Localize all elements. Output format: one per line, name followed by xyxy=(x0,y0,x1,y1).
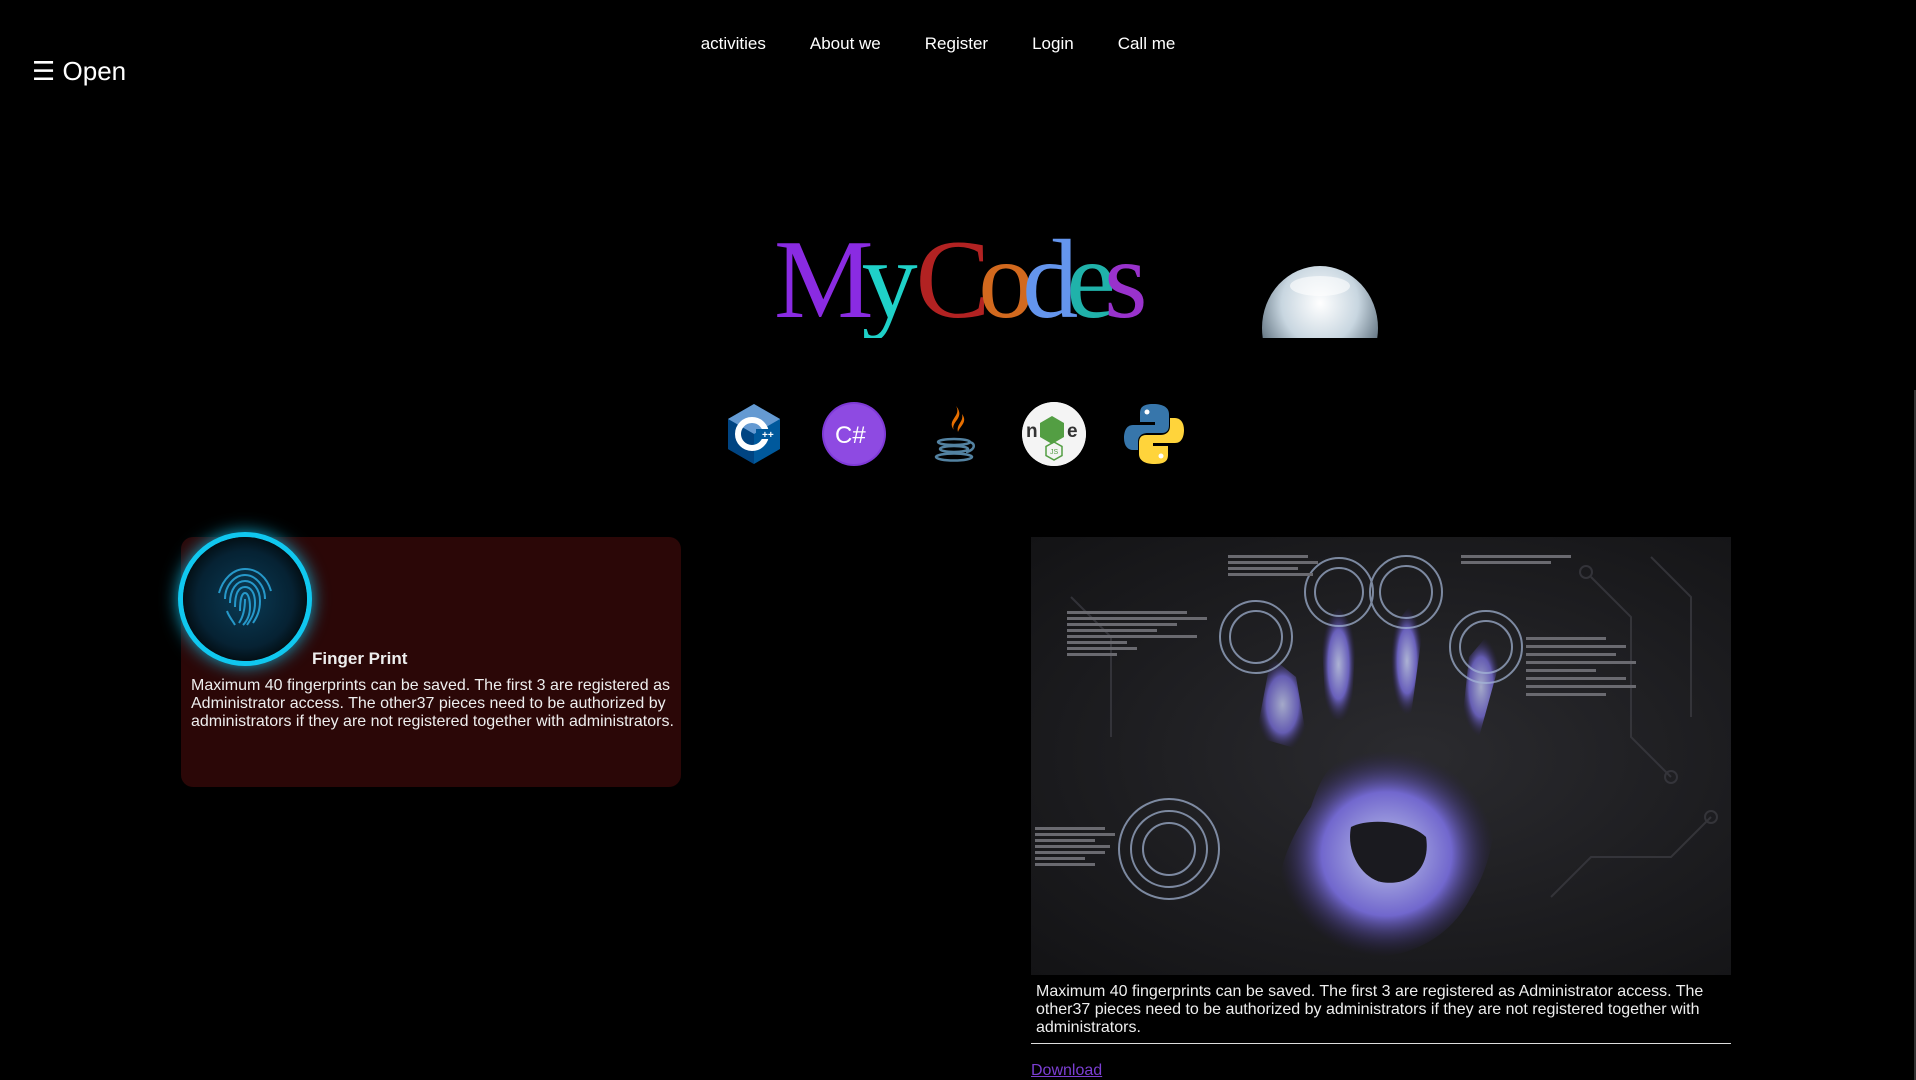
nav-login[interactable]: Login xyxy=(1032,34,1074,54)
svg-text:C#: C# xyxy=(835,422,866,449)
panel-description: Maximum 40 fingerprints can be saved. Th… xyxy=(1031,975,1731,1044)
logo-letter xyxy=(906,224,916,336)
nav-register[interactable]: Register xyxy=(925,34,988,54)
fingerprint-icon xyxy=(183,537,307,661)
card-description: Maximum 40 fingerprints can be saved. Th… xyxy=(191,677,674,730)
logo-letter: y xyxy=(861,218,918,338)
robot-head-image xyxy=(1262,266,1378,338)
handprint-scan-image xyxy=(1031,537,1731,975)
top-nav: activities About we Register Login Call … xyxy=(0,34,1916,54)
handprint-panel: Maximum 40 fingerprints can be saved. Th… xyxy=(1031,537,1731,1080)
open-sidebar-label: ☰ Open xyxy=(32,56,127,86)
logo-letter: d xyxy=(1022,218,1078,338)
logo-letter: C xyxy=(915,218,991,338)
logo-letter: M xyxy=(774,218,874,338)
logo-my-codes: My Codes xyxy=(774,218,1147,338)
hero-banner: My Codes xyxy=(760,200,1460,338)
logo-letter: s xyxy=(1104,218,1147,338)
svg-text:JS: JS xyxy=(1050,449,1059,456)
nodejs-icon: n e JS xyxy=(1022,402,1086,466)
download-link[interactable]: Download xyxy=(1031,1062,1102,1080)
logo-letter: o xyxy=(978,218,1034,338)
fingerprint-card: Finger Print Maximum 40 fingerprints can… xyxy=(181,537,681,787)
logo-letter: e xyxy=(1066,218,1116,338)
nav-activities[interactable]: activities xyxy=(701,34,766,54)
nav-about[interactable]: About we xyxy=(810,34,881,54)
csharp-icon: C# xyxy=(822,402,886,466)
svg-text:n: n xyxy=(1026,421,1038,442)
svg-text:e: e xyxy=(1067,421,1078,442)
svg-text:++: ++ xyxy=(762,430,774,441)
python-icon xyxy=(1122,402,1186,466)
tech-icons-row: ++ C# n e JS xyxy=(722,402,1186,466)
cpp-icon: ++ xyxy=(722,402,786,466)
open-sidebar-button[interactable]: ☰ Open xyxy=(32,56,126,87)
nav-call-me[interactable]: Call me xyxy=(1118,34,1176,54)
java-icon xyxy=(922,402,986,466)
card-title: Finger Print xyxy=(312,649,408,668)
